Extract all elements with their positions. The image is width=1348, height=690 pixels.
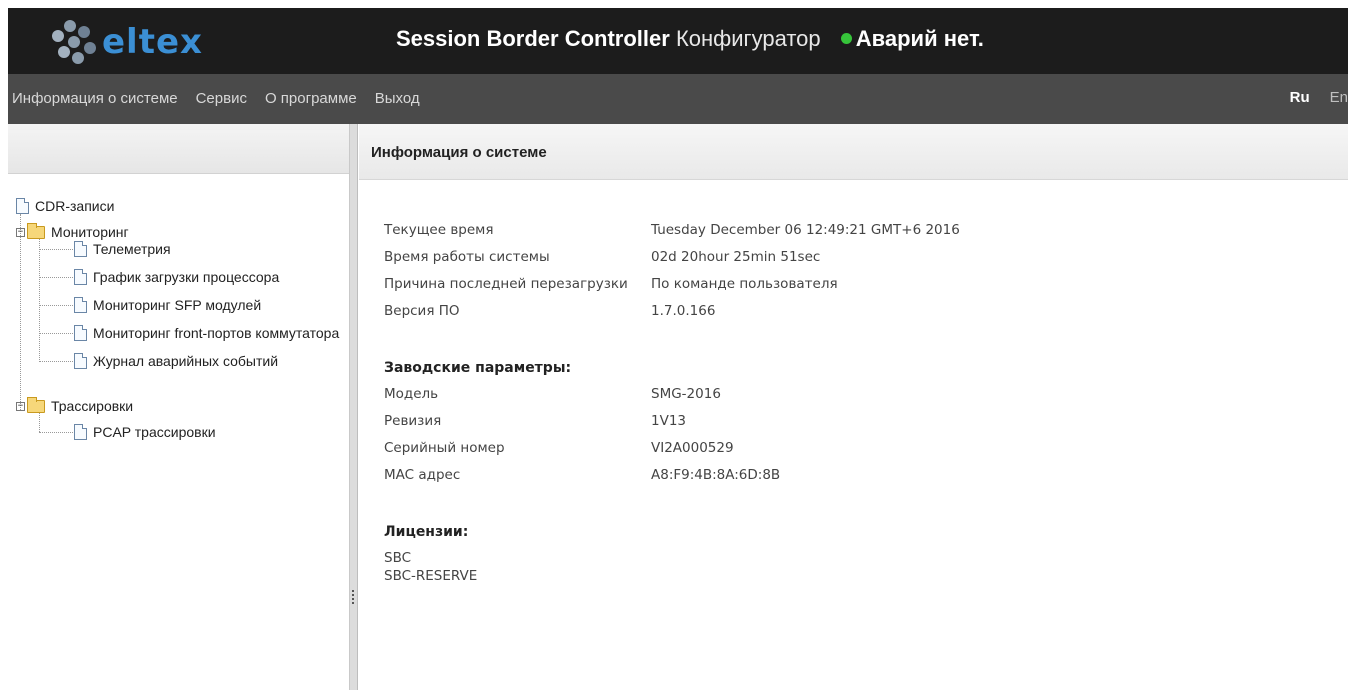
tree-item-pcap[interactable]: PCAP трассировки bbox=[74, 424, 216, 440]
folder-open-icon bbox=[27, 396, 45, 413]
document-icon bbox=[16, 198, 29, 214]
splitter-grip-icon[interactable] bbox=[352, 590, 354, 604]
document-icon bbox=[74, 325, 87, 341]
factory-section-title: Заводские параметры: bbox=[384, 360, 572, 376]
collapse-toggle-icon[interactable]: − bbox=[16, 401, 25, 411]
main-menu: Информация о системе Сервис О программе … bbox=[8, 90, 438, 107]
license-item: SBC-RESERVE bbox=[384, 568, 478, 584]
header-bar: eltex Session Border Controller Конфигур… bbox=[8, 8, 1348, 74]
tree-folder-traces[interactable]: − Трассировки bbox=[16, 396, 133, 414]
info-key: Время работы системы bbox=[384, 249, 550, 265]
tree-item-telemetry[interactable]: Телеметрия bbox=[74, 241, 171, 257]
info-value: SMG-2016 bbox=[651, 386, 721, 402]
tree-item-cpu-load[interactable]: График загрузки процессора bbox=[74, 269, 279, 285]
document-icon bbox=[74, 297, 87, 313]
info-value: 02d 20hour 25min 51sec bbox=[651, 249, 821, 265]
app-subtitle: Конфигуратор bbox=[675, 26, 821, 51]
document-icon bbox=[74, 424, 87, 440]
info-value: A8:F9:4B:8A:6D:8B bbox=[651, 467, 781, 483]
tree-item-alarm-log[interactable]: Журнал аварийных событий bbox=[74, 353, 278, 369]
license-item: SBC bbox=[384, 550, 412, 566]
logo-text: eltex bbox=[102, 22, 203, 62]
folder-open-icon bbox=[27, 222, 45, 239]
info-key: Версия ПО bbox=[384, 303, 460, 319]
collapse-toggle-icon[interactable]: − bbox=[16, 227, 25, 237]
info-value: По команде пользователя bbox=[651, 276, 838, 292]
info-key: Причина последней перезагрузки bbox=[384, 276, 628, 292]
panel-splitter[interactable] bbox=[350, 124, 358, 690]
content-panel-header: Информация о системе bbox=[359, 124, 1348, 180]
lang-en-link[interactable]: En bbox=[1330, 89, 1348, 106]
content-panel: Информация о системе Текущее время Tuesd… bbox=[359, 124, 1348, 690]
menu-bar: Информация о системе Сервис О программе … bbox=[8, 74, 1348, 124]
product-name: Session Border Controller bbox=[396, 26, 670, 51]
document-icon bbox=[74, 353, 87, 369]
info-key: Серийный номер bbox=[384, 440, 505, 456]
content-title: Информация о системе bbox=[371, 144, 547, 161]
eltex-logo: eltex bbox=[44, 18, 244, 68]
info-value: 1.7.0.166 bbox=[651, 303, 716, 319]
info-key: MAC адрес bbox=[384, 467, 461, 483]
info-key: Текущее время bbox=[384, 222, 494, 238]
menu-item-service[interactable]: Сервис bbox=[196, 90, 247, 107]
alarm-status: Аварий нет. bbox=[855, 26, 984, 51]
tree-folder-monitoring[interactable]: − Мониторинг bbox=[16, 222, 129, 240]
document-icon bbox=[74, 241, 87, 257]
info-key: Модель bbox=[384, 386, 439, 402]
app-window: eltex Session Border Controller Конфигур… bbox=[8, 8, 1348, 690]
menu-item-system-info[interactable]: Информация о системе bbox=[12, 90, 178, 107]
menu-item-about[interactable]: О программе bbox=[265, 90, 357, 107]
menu-item-exit[interactable]: Выход bbox=[375, 90, 420, 107]
app-title: Session Border Controller Конфигуратор А… bbox=[396, 26, 984, 52]
status-led-icon bbox=[840, 33, 852, 44]
info-value: 1V13 bbox=[651, 413, 687, 429]
tree-item-sfp-monitoring[interactable]: Мониторинг SFP модулей bbox=[74, 297, 261, 313]
licenses-section-title: Лицензии: bbox=[384, 524, 469, 540]
info-key: Ревизия bbox=[384, 413, 442, 429]
info-value: VI2A000529 bbox=[651, 440, 734, 456]
navigation-panel-header bbox=[8, 124, 349, 174]
info-value: Tuesday December 06 12:49:21 GMT+6 2016 bbox=[651, 222, 960, 238]
tree-item-front-ports[interactable]: Мониторинг front-портов коммутатора bbox=[74, 325, 339, 341]
navigation-panel: CDR-записи − Мониторинг Телеметрия Графи… bbox=[8, 124, 350, 690]
document-icon bbox=[74, 269, 87, 285]
tree-item-cdr[interactable]: CDR-записи bbox=[16, 198, 114, 214]
language-switch: Ru En bbox=[1290, 89, 1348, 106]
lang-ru-link[interactable]: Ru bbox=[1290, 89, 1310, 106]
logo-dots-icon bbox=[44, 18, 100, 68]
